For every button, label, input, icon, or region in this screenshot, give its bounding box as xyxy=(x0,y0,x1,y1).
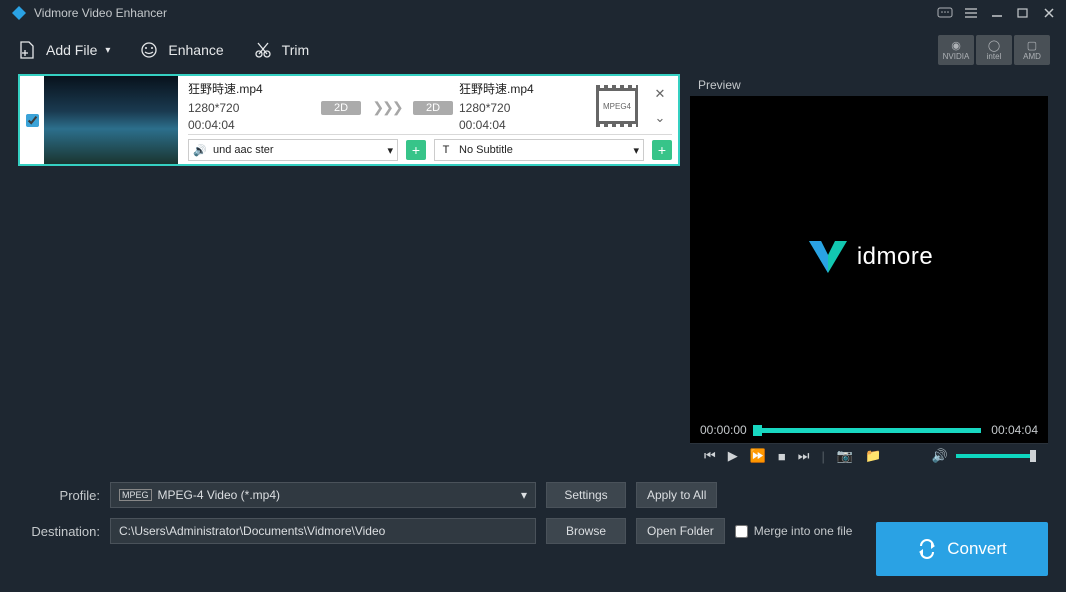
enhance-icon xyxy=(138,39,160,61)
add-file-icon xyxy=(16,39,38,61)
timeline: 00:00:00 00:04:04 xyxy=(690,417,1048,443)
current-time: 00:00:00 xyxy=(700,423,747,437)
volume-bar[interactable] xyxy=(956,454,1036,458)
add-subtitle-button[interactable]: + xyxy=(652,140,672,160)
toolbar: Add File ▾ Enhance Trim ◉NVIDIA ◯intel ▢… xyxy=(0,26,1066,74)
file-checkbox[interactable] xyxy=(26,114,39,127)
playback-controls: ⏮ ▶ ⏩ ■ ⏭ | 📷 📁 🔊 xyxy=(690,443,1048,472)
divider: | xyxy=(821,449,824,464)
subtitle-dropdown[interactable]: TNo Subtitle▾ xyxy=(434,139,644,161)
brand-text: idmore xyxy=(857,243,933,271)
enhance-button[interactable]: Enhance xyxy=(138,39,223,61)
volume-icon[interactable]: 🔊 xyxy=(932,448,948,464)
dest-resolution: 1280*720 xyxy=(459,101,586,115)
convert-icon xyxy=(917,539,937,559)
convert-label: Convert xyxy=(947,539,1007,559)
destination-input[interactable]: C:\Users\Administrator\Documents\Vidmore… xyxy=(110,518,536,544)
add-file-label: Add File xyxy=(46,42,97,58)
file-list: 狂野時速.mp4 1280*720 00:04:04 2D ❯❯❯ 2D 狂野時… xyxy=(18,74,680,472)
stop-icon[interactable]: ■ xyxy=(778,449,786,464)
source-filename: 狂野時速.mp4 xyxy=(188,80,315,97)
gpu-amd-badge[interactable]: ▢AMD xyxy=(1014,35,1050,65)
subtitle-icon: T xyxy=(439,144,453,156)
gpu-nvidia-badge[interactable]: ◉NVIDIA xyxy=(938,35,974,65)
trim-icon xyxy=(252,39,274,61)
open-folder-button[interactable]: Open Folder xyxy=(636,518,725,544)
video-thumbnail[interactable] xyxy=(44,76,178,164)
preview-stage[interactable]: idmore xyxy=(690,96,1048,417)
gpu-intel-badge[interactable]: ◯intel xyxy=(976,35,1012,65)
expand-file-icon[interactable]: ⌄ xyxy=(655,110,666,126)
source-2d-badge[interactable]: 2D xyxy=(321,101,361,115)
browse-button[interactable]: Browse xyxy=(546,518,626,544)
merge-checkbox[interactable] xyxy=(735,525,748,538)
seek-bar[interactable] xyxy=(757,428,982,433)
close-icon[interactable] xyxy=(1036,3,1062,23)
folder-icon[interactable]: 📁 xyxy=(865,448,881,464)
prev-icon[interactable]: ⏮ xyxy=(704,448,716,464)
total-time: 00:04:04 xyxy=(991,423,1038,437)
dest-duration: 00:04:04 xyxy=(459,118,586,132)
arrow-icon: ❯❯❯ xyxy=(367,99,407,116)
seek-handle[interactable] xyxy=(753,425,762,436)
settings-button[interactable]: Settings xyxy=(546,482,626,508)
file-item[interactable]: 狂野時速.mp4 1280*720 00:04:04 2D ❯❯❯ 2D 狂野時… xyxy=(18,74,680,166)
gpu-badges: ◉NVIDIA ◯intel ▢AMD xyxy=(938,35,1050,65)
next-icon[interactable]: ⏭ xyxy=(798,448,810,464)
volume-handle[interactable] xyxy=(1030,450,1036,462)
audio-track-dropdown[interactable]: 🔊und aac ster▾ xyxy=(188,139,398,161)
enhance-label: Enhance xyxy=(168,42,223,58)
dest-2d-badge[interactable]: 2D xyxy=(413,101,453,115)
minimize-icon[interactable] xyxy=(984,3,1010,23)
brand-logo: idmore xyxy=(805,237,933,277)
maximize-icon[interactable] xyxy=(1010,3,1036,23)
apply-to-all-button[interactable]: Apply to All xyxy=(636,482,717,508)
chevron-down-icon: ▾ xyxy=(521,488,527,502)
source-duration: 00:04:04 xyxy=(188,118,315,132)
chevron-down-icon: ▾ xyxy=(105,45,110,56)
convert-button[interactable]: Convert xyxy=(876,522,1048,576)
add-audio-button[interactable]: + xyxy=(406,140,426,160)
add-file-button[interactable]: Add File ▾ xyxy=(16,39,110,61)
mpeg-icon: MPEG xyxy=(119,489,152,501)
titlebar: Vidmore Video Enhancer xyxy=(0,0,1066,26)
source-resolution: 1280*720 xyxy=(188,101,315,115)
app-logo-icon xyxy=(10,4,28,22)
preview-label: Preview xyxy=(690,74,1048,96)
dest-filename: 狂野時速.mp4 xyxy=(459,80,586,97)
audio-icon: 🔊 xyxy=(193,144,207,157)
snapshot-icon[interactable]: 📷 xyxy=(837,448,853,464)
remove-file-icon[interactable]: ✕ xyxy=(655,86,666,102)
forward-icon[interactable]: ⏩ xyxy=(750,448,766,464)
trim-button[interactable]: Trim xyxy=(252,39,309,61)
play-icon[interactable]: ▶ xyxy=(728,448,738,464)
profile-select[interactable]: MPEGMPEG-4 Video (*.mp4) ▾ xyxy=(110,482,536,508)
brand-v-icon xyxy=(805,237,851,277)
merge-checkbox-label[interactable]: Merge into one file xyxy=(735,524,853,538)
trim-label: Trim xyxy=(282,42,309,58)
profile-label: Profile: xyxy=(18,488,100,503)
menu-icon[interactable] xyxy=(958,3,984,23)
app-title: Vidmore Video Enhancer xyxy=(34,6,167,20)
preview-panel: Preview idmore 00:00:00 00:04:04 ⏮ ▶ ⏩ ■… xyxy=(690,74,1048,472)
destination-label: Destination: xyxy=(18,524,100,539)
feedback-icon[interactable] xyxy=(932,3,958,23)
format-icon[interactable]: MPEG4 xyxy=(592,88,642,124)
